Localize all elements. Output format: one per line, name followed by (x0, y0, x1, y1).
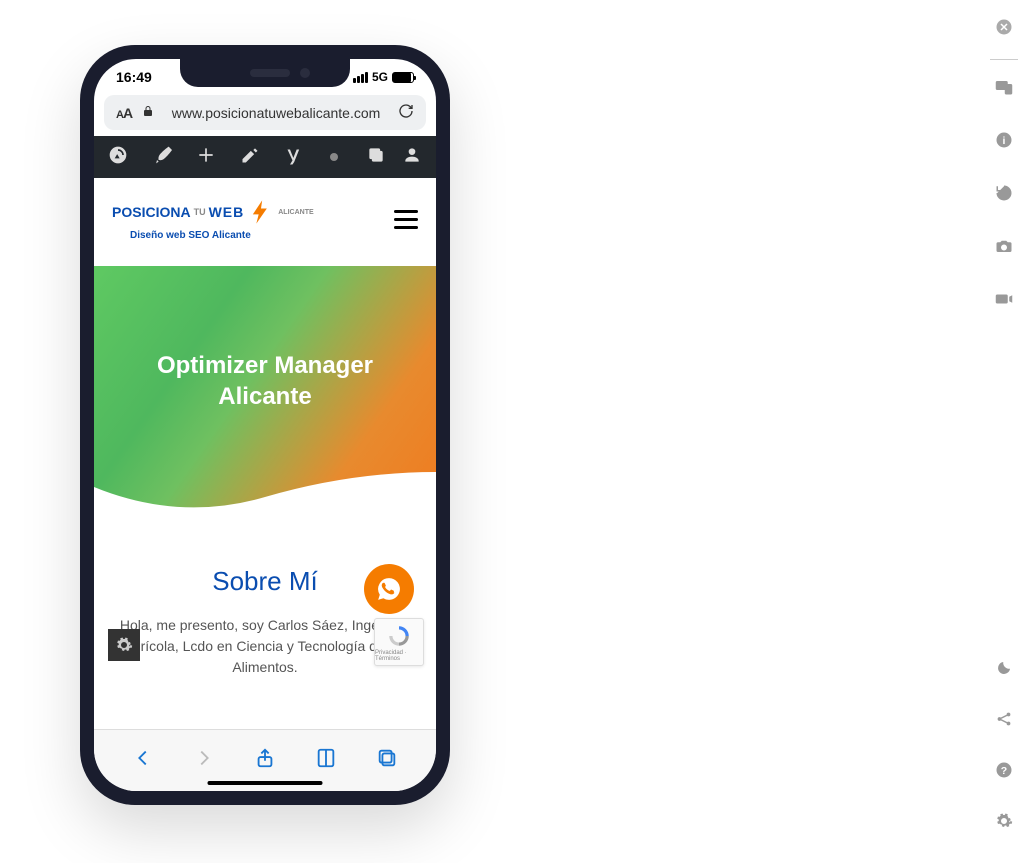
tabs-icon[interactable] (376, 747, 398, 774)
add-icon[interactable] (196, 145, 216, 170)
phone-device-frame: 16:49 5G AA www.posicionatuwebalicante.c… (80, 45, 450, 805)
rotate-icon[interactable] (995, 184, 1013, 207)
svg-text:?: ? (1001, 765, 1007, 777)
logo-tagline: Diseño web SEO Alicante (130, 230, 314, 241)
nav-forward-icon (193, 747, 215, 774)
logo-word-tu: TU (194, 207, 206, 217)
moon-icon[interactable] (995, 659, 1013, 682)
hero-title: Optimizer Manager Alicante (157, 350, 373, 412)
brush-icon[interactable] (152, 145, 172, 170)
browser-address-bar[interactable]: AA www.posicionatuwebalicante.com (104, 95, 426, 130)
settings-overlay-button[interactable] (108, 629, 140, 661)
reload-icon[interactable] (398, 103, 414, 122)
lightning-icon (247, 198, 275, 226)
dashboard-icon[interactable] (108, 145, 128, 170)
info-icon[interactable]: i (995, 131, 1013, 154)
phone-notch (180, 59, 350, 87)
nav-back-icon[interactable] (132, 747, 154, 774)
safari-bottom-nav (94, 729, 436, 791)
recaptcha-badge[interactable]: Privacidad · Términos (374, 618, 424, 666)
phone-screen: 16:49 5G AA www.posicionatuwebalicante.c… (94, 59, 436, 791)
signal-icon (353, 72, 368, 83)
site-header: POSICIONA TU WEB ALICANTE Diseño web SEO… (94, 178, 436, 251)
hero-title-line2: Alicante (157, 381, 373, 412)
copy-icon[interactable] (366, 145, 386, 170)
about-text: Hola, me presento, soy Carlos Sáez, Inge… (119, 615, 411, 678)
devices-icon[interactable] (995, 78, 1013, 101)
logo-word-posiciona: POSICIONA (112, 204, 191, 220)
close-icon[interactable] (995, 18, 1013, 41)
hero-title-line1: Optimizer Manager (157, 350, 373, 381)
video-icon[interactable] (995, 290, 1013, 313)
url-text: www.posicionatuwebalicante.com (164, 105, 388, 121)
hero-section: Optimizer Manager Alicante (94, 266, 436, 526)
status-indicator-icon (330, 153, 338, 161)
yoast-icon[interactable] (284, 146, 306, 168)
logo-word-alicante: ALICANTE (278, 209, 313, 216)
wp-admin-toolbar (94, 136, 436, 178)
logo-word-web: WEB (209, 204, 245, 220)
wave-divider (94, 447, 436, 527)
whatsapp-icon (376, 576, 402, 602)
text-size-icon[interactable]: AA (116, 105, 132, 121)
lock-icon (142, 105, 154, 120)
share-icon[interactable] (254, 747, 276, 774)
recaptcha-icon (386, 623, 412, 649)
camera-icon[interactable] (995, 237, 1013, 260)
edit-icon[interactable] (240, 145, 260, 170)
hamburger-menu-icon[interactable] (394, 210, 418, 229)
share-alt-icon[interactable] (995, 710, 1013, 733)
home-indicator[interactable] (208, 781, 323, 785)
bookmarks-icon[interactable] (315, 747, 337, 774)
recaptcha-label: Privacidad · Términos (375, 650, 423, 662)
settings-icon[interactable] (995, 812, 1013, 835)
svg-text:i: i (1003, 135, 1006, 147)
network-label: 5G (372, 70, 388, 84)
battery-icon (392, 72, 414, 83)
site-logo[interactable]: POSICIONA TU WEB ALICANTE Diseño web SEO… (112, 198, 314, 241)
user-icon[interactable] (402, 145, 422, 170)
status-time: 16:49 (116, 69, 152, 85)
whatsapp-button[interactable] (364, 564, 414, 614)
gear-icon (115, 636, 133, 654)
tool-sidebar: i ? (984, 0, 1024, 863)
help-icon[interactable]: ? (995, 761, 1013, 784)
